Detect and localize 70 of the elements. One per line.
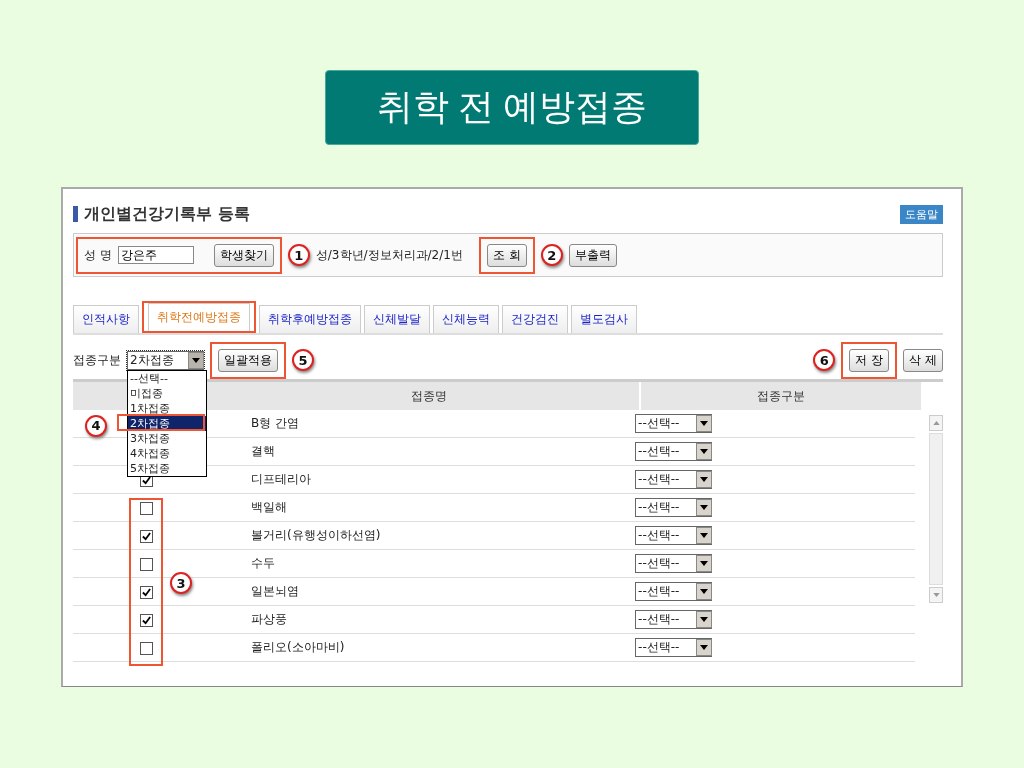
table-cell-text: 수두 [250,555,276,572]
table-cell-text: 결핵 [250,443,276,460]
callout-number: 4 [85,414,107,437]
student-info: 성/3학년/정보처리과/2/1번 [315,246,463,264]
name-field[interactable]: 강은주 [117,246,194,264]
tab[interactable]: 취학후예방접종 [259,305,361,333]
header-cell-text: 접종명 [410,387,448,405]
caret-icon [696,471,713,488]
bar-icon [73,206,78,222]
caret-icon [696,443,713,460]
checkbox[interactable] [139,642,153,655]
tab[interactable]: 건강검진 [502,305,568,333]
callout-number: 3 [170,572,192,594]
up-arrow-icon [932,421,940,425]
table-cell-text: 일본뇌염 [250,583,300,600]
page-title: 개인별건강기록부 등록 [84,203,250,225]
tab[interactable]: 신체능력 [433,305,499,333]
table-cell-text: B형 간염 [250,415,301,432]
checkbox[interactable] [139,558,153,571]
caret-icon [696,583,713,600]
table-cell-text: 백일해 [250,499,288,516]
table-cell-text: 디프테리아 [250,471,312,488]
type-dropdown[interactable]: --선택-- [635,638,713,657]
delete-button[interactable]: 삭 제 [903,348,943,372]
down-arrow-icon [932,593,940,597]
caret-icon [696,415,713,432]
checkbox[interactable] [139,586,153,599]
checkbox[interactable] [139,614,153,627]
type-dropdown[interactable]: --선택-- [635,470,713,489]
type-dropdown[interactable]: --선택-- [635,498,713,517]
checkbox[interactable] [139,530,153,543]
type-dropdown[interactable]: 2차접종 [127,350,204,370]
type-label: 접종구분 [73,351,121,369]
table-cell-text: 파상풍 [250,611,288,628]
dropdown-option[interactable]: 5차접종 [128,460,206,476]
tab[interactable]: 신체발달 [364,305,430,333]
callout-number: 1 [287,244,310,266]
query-button[interactable]: 조 회 [486,243,527,267]
checkbox[interactable] [139,502,153,515]
table-cell-text: 폴리오(소아마비) [250,639,346,656]
tab[interactable]: 별도검사 [571,305,637,333]
dropdown-option[interactable]: --선택-- [128,370,206,386]
caret-icon [696,527,713,544]
print-button[interactable]: 부출력 [568,243,617,267]
callout-number: 5 [292,349,314,371]
tab[interactable]: 인적사항 [73,305,139,333]
header-cell: 접종구분 [639,382,921,410]
table-cell-text: 볼거리(유행성이하선염) [250,527,382,544]
caret-icon [696,499,713,516]
type-dropdown[interactable]: --선택-- [635,582,713,601]
apply-all-button[interactable]: 일괄적용 [218,348,278,372]
type-dropdown[interactable]: --선택-- [635,554,713,573]
type-dropdown[interactable]: --선택-- [635,414,713,433]
caret-icon [696,555,713,572]
name-label: 성 명 [84,246,112,264]
type-dropdown[interactable]: --선택-- [635,442,713,461]
find-student-button[interactable]: 학생찾기 [213,243,274,267]
dropdown-option[interactable]: 미접종 [128,385,206,401]
dropdown-option[interactable]: 4차접종 [128,445,206,461]
callout-number: 6 [813,349,836,371]
type-dropdown[interactable]: --선택-- [635,610,713,629]
dropdown-option[interactable]: 3차접종 [128,430,206,446]
caret-icon [696,611,713,628]
caret-icon [696,639,713,656]
type-dropdown[interactable]: --선택-- [635,526,713,545]
callout-number: 2 [540,244,563,266]
slide-title: 취학 전 예방접종 [325,70,699,145]
dropdown-option[interactable]: 1차접종 [128,400,206,416]
help-button[interactable]: 도움말 [900,204,943,224]
save-button[interactable]: 저 장 [849,348,890,372]
